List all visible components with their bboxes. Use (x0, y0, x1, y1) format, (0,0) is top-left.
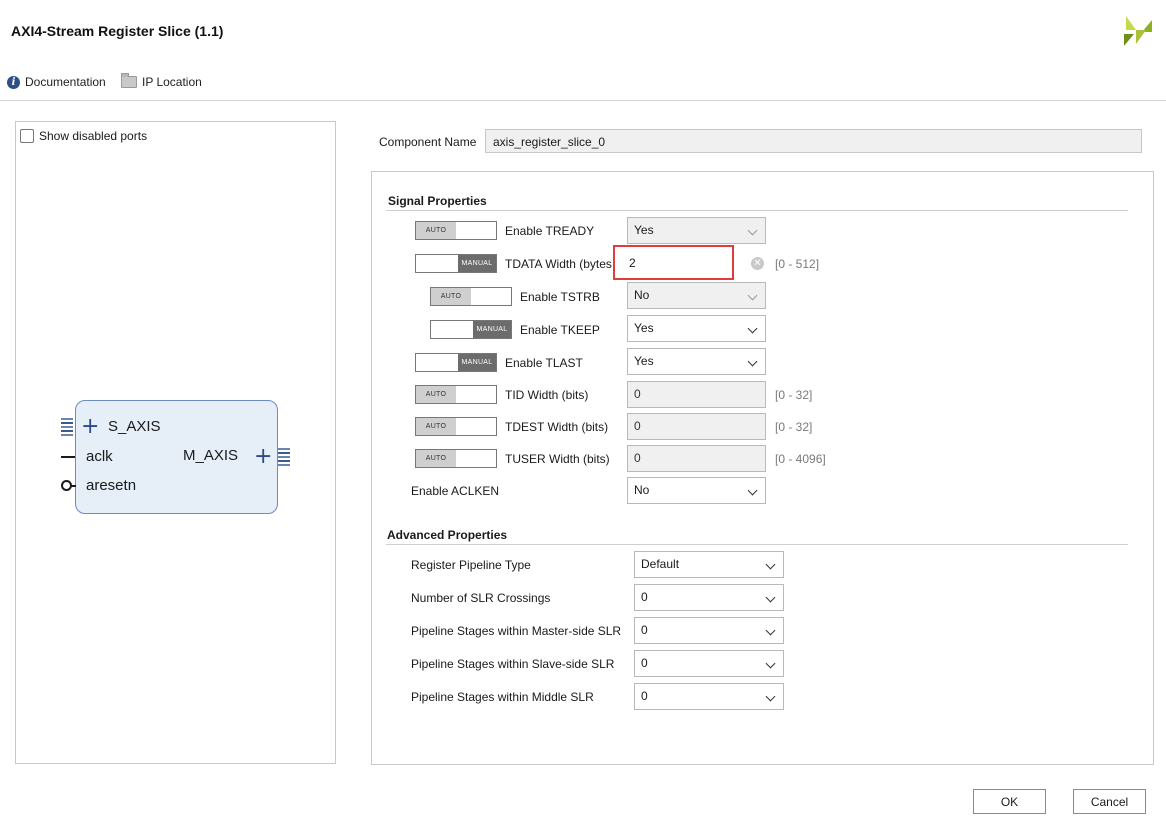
slave-slr-stages-select[interactable]: 0 (634, 650, 784, 677)
tstrb-mode-toggle[interactable]: AUTO (430, 287, 512, 306)
ok-button[interactable]: OK (973, 789, 1046, 814)
tkeep-mode-toggle[interactable]: MANUAL (430, 320, 512, 339)
chevron-down-icon (765, 625, 776, 636)
tuser-width-label: TUSER Width (bits) (505, 452, 610, 466)
toggle-knob: AUTO (416, 450, 456, 467)
s-axis-bus-icon (61, 416, 73, 437)
middle-slr-stages-label: Pipeline Stages within Middle SLR (411, 690, 594, 704)
ip-location-label: IP Location (142, 75, 202, 89)
tdest-width-input[interactable]: 0 (627, 413, 766, 440)
tdest-width-label: TDEST Width (bits) (505, 420, 609, 434)
toggle-knob: AUTO (416, 386, 456, 403)
slr-crossings-select[interactable]: 0 (634, 584, 784, 611)
toggle-knob: MANUAL (473, 321, 511, 338)
m-axis-bus-icon (278, 446, 290, 467)
select-value: 0 (641, 656, 648, 670)
tdest-width-range: [0 - 32] (775, 420, 813, 434)
toggle-knob: AUTO (416, 418, 456, 435)
toggle-knob: MANUAL (458, 255, 496, 272)
enable-aclken-label: Enable ACLKEN (411, 484, 500, 498)
clear-icon[interactable]: ✕ (751, 257, 764, 270)
signal-properties-divider (386, 210, 1128, 211)
ip-location-button[interactable]: IP Location (121, 73, 202, 89)
cancel-button[interactable]: Cancel (1073, 789, 1146, 814)
select-value: 0 (641, 689, 648, 703)
tid-width-mode-toggle[interactable]: AUTO (415, 385, 497, 404)
highlight-box (613, 245, 734, 280)
slave-slr-stages-label: Pipeline Stages within Slave-side SLR (411, 657, 615, 671)
tdata-width-range: [0 - 512] (775, 257, 820, 271)
enable-tstrb-select[interactable]: No (627, 282, 766, 309)
select-value: Yes (634, 223, 654, 237)
enable-tkeep-select[interactable]: Yes (627, 315, 766, 342)
aresetn-pin-line (71, 485, 76, 487)
register-pipeline-type-select[interactable]: Default (634, 551, 784, 578)
s-axis-expand-icon[interactable]: + (81, 416, 99, 438)
tuser-width-mode-toggle[interactable]: AUTO (415, 449, 497, 468)
chevron-down-icon (747, 323, 758, 334)
master-slr-stages-label: Pipeline Stages within Master-side SLR (411, 624, 622, 638)
enable-tlast-label: Enable TLAST (505, 356, 583, 370)
port-s-axis: S_AXIS (108, 418, 161, 435)
select-value: Default (641, 557, 680, 571)
master-slr-stages-select[interactable]: 0 (634, 617, 784, 644)
tuser-width-range: [0 - 4096] (775, 452, 826, 466)
enable-tlast-select[interactable]: Yes (627, 348, 766, 375)
chevron-down-icon (747, 485, 758, 496)
info-icon: i (7, 75, 20, 89)
advanced-properties-divider (386, 544, 1128, 545)
slr-crossings-label: Number of SLR Crossings (411, 591, 551, 605)
register-pipeline-type-label: Register Pipeline Type (411, 558, 531, 572)
tready-mode-toggle[interactable]: AUTO (415, 221, 497, 240)
m-axis-expand-icon[interactable]: + (254, 446, 272, 468)
enable-aclken-select[interactable]: No (627, 477, 766, 504)
chevron-down-icon (765, 592, 776, 603)
port-aresetn: aresetn (86, 477, 137, 494)
toolbar: i Documentation IP Location (0, 68, 1166, 101)
chevron-down-icon (765, 691, 776, 702)
select-value: Yes (634, 321, 654, 335)
documentation-button[interactable]: i Documentation (7, 75, 106, 89)
tid-width-input[interactable]: 0 (627, 381, 766, 408)
enable-tkeep-label: Enable TKEEP (520, 323, 600, 337)
port-m-axis: M_AXIS (183, 447, 239, 464)
show-disabled-ports-checkbox[interactable]: Show disabled ports (20, 129, 147, 143)
checkbox-box[interactable] (20, 129, 34, 143)
select-value: No (634, 288, 650, 302)
component-name-label: Component Name (379, 135, 477, 149)
toggle-knob: AUTO (431, 288, 471, 305)
xilinx-logo-icon (1124, 16, 1152, 46)
chevron-down-icon (765, 658, 776, 669)
toggle-knob: MANUAL (458, 354, 496, 371)
select-value: No (634, 483, 650, 497)
chevron-down-icon (747, 225, 758, 236)
chevron-down-icon (747, 290, 758, 301)
select-value: Yes (634, 354, 654, 368)
dialog-title: AXI4-Stream Register Slice (1.1) (11, 23, 224, 39)
tlast-mode-toggle[interactable]: MANUAL (415, 353, 497, 372)
enable-tready-label: Enable TREADY (505, 224, 595, 238)
component-name-field[interactable]: axis_register_slice_0 (485, 129, 1142, 153)
enable-tready-select[interactable]: Yes (627, 217, 766, 244)
show-disabled-ports-label: Show disabled ports (39, 129, 148, 143)
port-aclk: aclk (86, 448, 113, 465)
tdata-width-mode-toggle[interactable]: MANUAL (415, 254, 497, 273)
advanced-properties-title: Advanced Properties (387, 528, 508, 542)
tdata-width-label: TDATA Width (bytes (505, 257, 612, 271)
enable-tstrb-label: Enable TSTRB (520, 290, 600, 304)
chevron-down-icon (747, 356, 758, 367)
signal-properties-title: Signal Properties (388, 194, 487, 208)
chevron-down-icon (765, 559, 776, 570)
aclk-pin-icon (61, 456, 75, 458)
select-value: 0 (641, 590, 648, 604)
tdest-width-mode-toggle[interactable]: AUTO (415, 417, 497, 436)
folder-icon (121, 73, 137, 88)
tuser-width-input[interactable]: 0 (627, 445, 766, 472)
middle-slr-stages-select[interactable]: 0 (634, 683, 784, 710)
toggle-knob: AUTO (416, 222, 456, 239)
tid-width-range: [0 - 32] (775, 388, 813, 402)
select-value: 0 (641, 623, 648, 637)
tid-width-label: TID Width (bits) (505, 388, 589, 402)
documentation-label: Documentation (25, 75, 106, 89)
